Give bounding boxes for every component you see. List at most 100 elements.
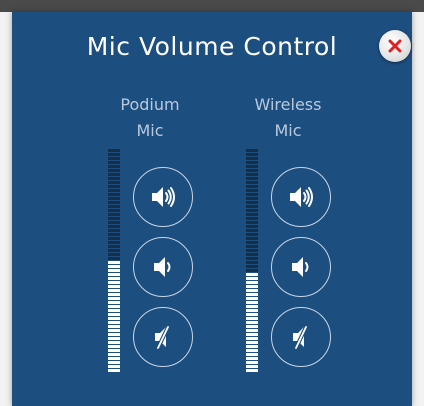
speaker-loud-icon (152, 187, 175, 207)
meter-segment (108, 261, 120, 264)
meter-segment (246, 317, 258, 320)
meter-segment (108, 325, 120, 328)
meter-segment (246, 333, 258, 336)
meter-segment (108, 361, 120, 364)
meter-segment (108, 245, 120, 248)
volume-down-button[interactable] (271, 237, 331, 297)
channel-label: Podium Mic (120, 95, 180, 140)
speaker-quiet-icon (154, 257, 171, 277)
meter-segment (108, 161, 120, 164)
meter-segment (108, 165, 120, 168)
meter-segment (246, 293, 258, 296)
meter-segment (108, 217, 120, 220)
meter-segment (246, 341, 258, 344)
meter-segment (246, 285, 258, 288)
meter-segment (108, 309, 120, 312)
meter-segment (108, 201, 120, 204)
channel-wireless: Wireless Mic (228, 12, 348, 406)
meter-segment (108, 181, 120, 184)
meter-segment (108, 305, 120, 308)
meter-segment (108, 169, 120, 172)
meter-segment (108, 313, 120, 316)
meter-segment (108, 257, 120, 260)
meter-segment (246, 345, 258, 348)
meter-segment (246, 369, 258, 372)
meter-segment (108, 273, 120, 276)
speaker-loud-icon (290, 187, 313, 207)
meter-segment (246, 301, 258, 304)
meter-segment (108, 185, 120, 188)
meter-segment (246, 365, 258, 368)
meter-segment (108, 333, 120, 336)
meter-segment (108, 265, 120, 268)
meter-segment (246, 253, 258, 256)
meter-segment (108, 321, 120, 324)
meter-segment (108, 329, 120, 332)
meter-segment (246, 217, 258, 220)
channel-label: Wireless Mic (254, 95, 322, 140)
meter-segment (246, 249, 258, 252)
meter-segment (246, 193, 258, 196)
meter-segment (108, 301, 120, 304)
meter-segment (246, 161, 258, 164)
mute-button[interactable] (271, 307, 331, 367)
volume-down-button[interactable] (133, 237, 193, 297)
meter-segment (108, 365, 120, 368)
meter-segment (108, 357, 120, 360)
meter-segment (246, 181, 258, 184)
meter-segment (246, 281, 258, 284)
volume-up-button[interactable] (133, 167, 193, 227)
meter-segment (246, 245, 258, 248)
meter-segment (246, 177, 258, 180)
meter-segment (246, 273, 258, 276)
meter-segment (246, 241, 258, 244)
meter-segment (246, 361, 258, 364)
meter-segment (246, 261, 258, 264)
meter-segment (246, 185, 258, 188)
meter-segment (108, 157, 120, 160)
meter-segment (246, 229, 258, 232)
meter-segment (246, 201, 258, 204)
meter-segment (246, 337, 258, 340)
meter-segment (108, 277, 120, 280)
meter-segment (108, 193, 120, 196)
top-bar (0, 0, 424, 12)
meter-segment (108, 221, 120, 224)
meter-segment (246, 237, 258, 240)
meter-segment (108, 237, 120, 240)
meter-segment (108, 281, 120, 284)
meter-segment (108, 149, 120, 152)
meter-segment (246, 189, 258, 192)
meter-segment (246, 169, 258, 172)
level-meter (246, 148, 258, 372)
meter-segment (108, 337, 120, 340)
meter-segment (108, 213, 120, 216)
meter-segment (246, 349, 258, 352)
meter-segment (246, 313, 258, 316)
channel-podium: Podium Mic (90, 12, 210, 406)
meter-segment (108, 345, 120, 348)
meter-segment (246, 165, 258, 168)
meter-segment (246, 197, 258, 200)
meter-segment (108, 225, 120, 228)
meter-segment (246, 153, 258, 156)
meter-segment (108, 341, 120, 344)
meter-segment (108, 197, 120, 200)
volume-up-button[interactable] (271, 167, 331, 227)
meter-segment (246, 225, 258, 228)
meter-segment (246, 305, 258, 308)
meter-segment (246, 269, 258, 272)
meter-segment (246, 213, 258, 216)
meter-segment (108, 153, 120, 156)
meter-segment (246, 233, 258, 236)
close-button[interactable] (379, 30, 411, 62)
level-meter (108, 148, 120, 372)
meter-segment (108, 353, 120, 356)
meter-segment (108, 293, 120, 296)
meter-segment (246, 297, 258, 300)
meter-segment (108, 209, 120, 212)
mute-button[interactable] (133, 307, 193, 367)
speaker-quiet-icon (292, 257, 309, 277)
meter-segment (108, 241, 120, 244)
meter-segment (246, 289, 258, 292)
